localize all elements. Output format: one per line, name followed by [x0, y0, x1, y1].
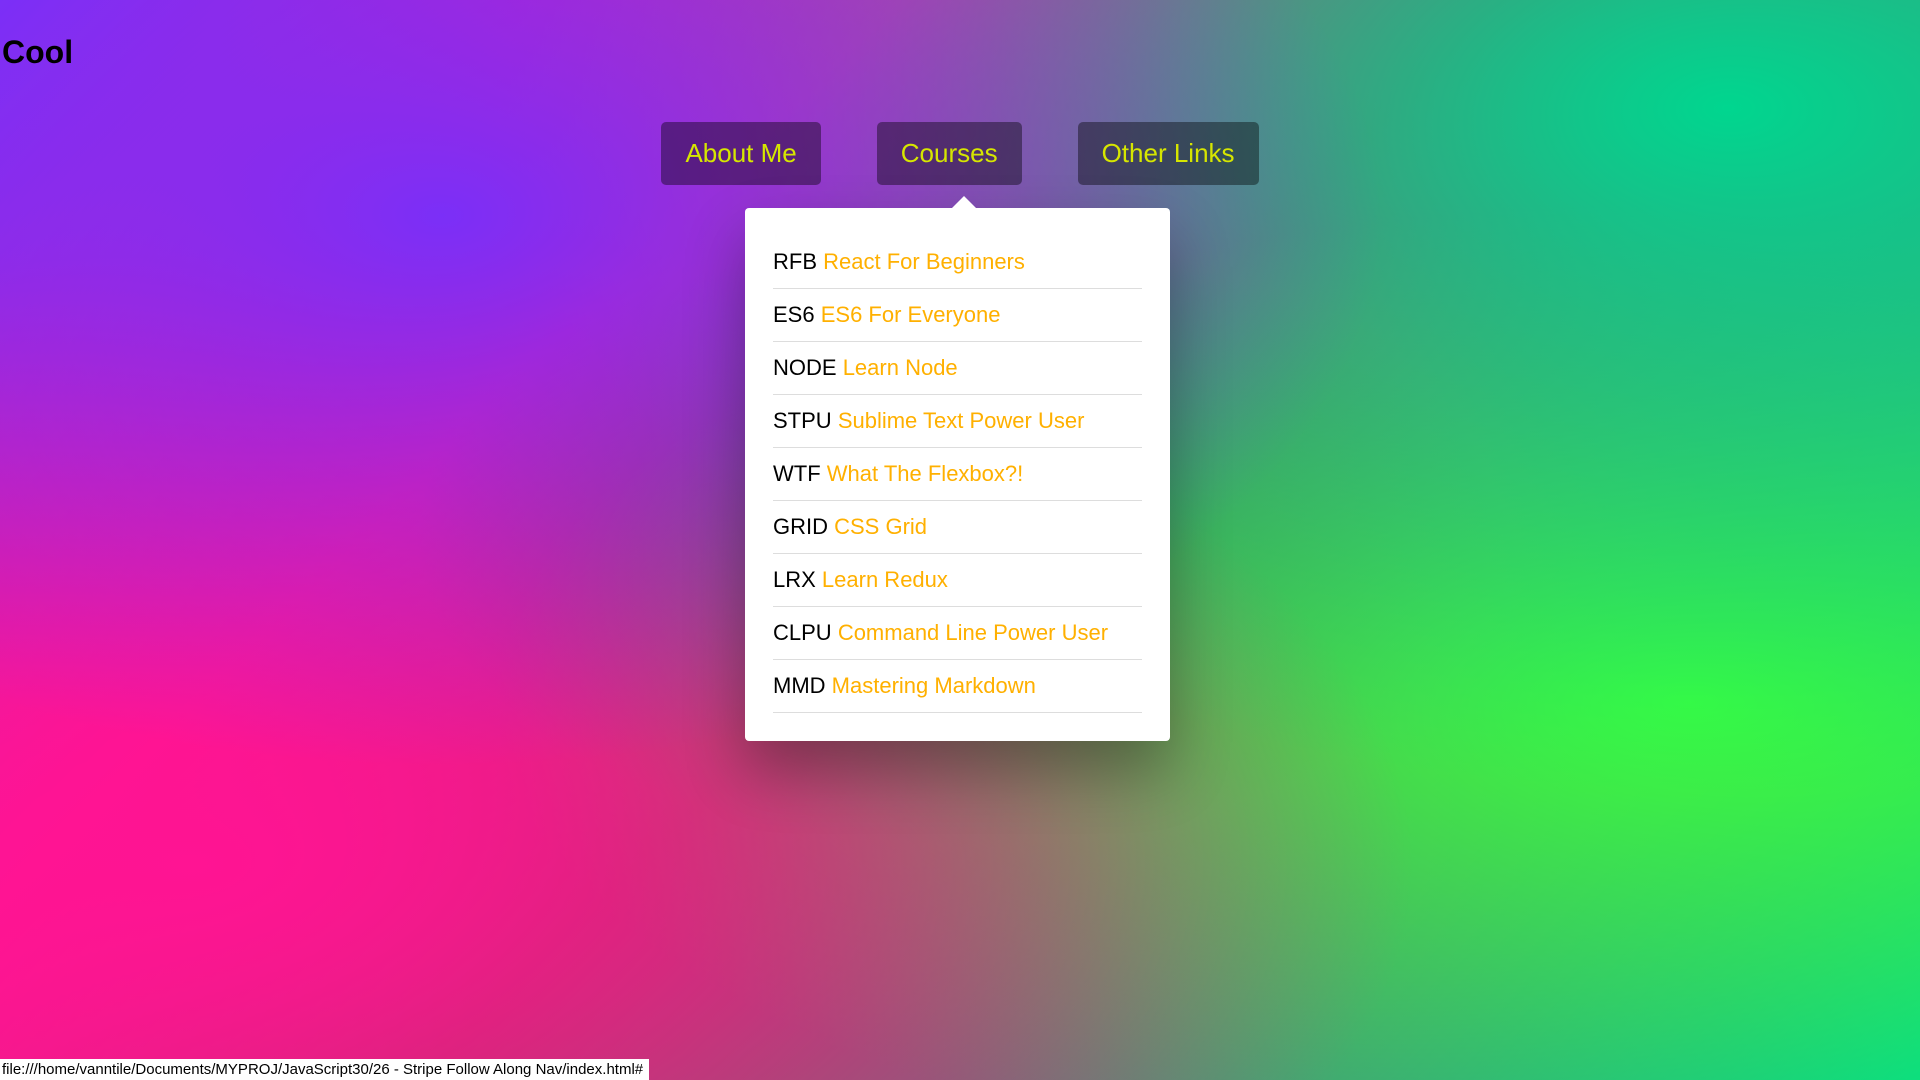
- course-code: CLPU: [773, 620, 832, 645]
- nav-item-other-links[interactable]: Other Links: [1078, 122, 1259, 185]
- course-code: LRX: [773, 567, 816, 592]
- course-link[interactable]: Sublime Text Power User: [838, 408, 1085, 433]
- list-item: CLPU Command Line Power User: [773, 607, 1142, 660]
- list-item: ES6 ES6 For Everyone: [773, 289, 1142, 342]
- course-link[interactable]: React For Beginners: [823, 249, 1025, 274]
- course-code: GRID: [773, 514, 828, 539]
- status-bar: file:///home/vanntile/Documents/MYPROJ/J…: [0, 1059, 649, 1080]
- nav-item-about-me[interactable]: About Me: [661, 122, 820, 185]
- list-item: LRX Learn Redux: [773, 554, 1142, 607]
- course-link[interactable]: ES6 For Everyone: [821, 302, 1001, 327]
- main-nav: About Me Courses Other Links: [0, 122, 1920, 185]
- list-item: GRID CSS Grid: [773, 501, 1142, 554]
- course-link[interactable]: Learn Node: [843, 355, 958, 380]
- courses-dropdown: RFB React For Beginners ES6 ES6 For Ever…: [745, 208, 1170, 741]
- course-code: ES6: [773, 302, 815, 327]
- list-item: MMD Mastering Markdown: [773, 660, 1142, 713]
- list-item: NODE Learn Node: [773, 342, 1142, 395]
- course-link[interactable]: Learn Redux: [822, 567, 948, 592]
- nav-item-courses[interactable]: Courses: [877, 122, 1022, 185]
- course-link[interactable]: Command Line Power User: [838, 620, 1108, 645]
- list-item: WTF What The Flexbox?!: [773, 448, 1142, 501]
- list-item: RFB React For Beginners: [773, 236, 1142, 289]
- course-code: RFB: [773, 249, 817, 274]
- list-item: STPU Sublime Text Power User: [773, 395, 1142, 448]
- page-title: Cool: [2, 34, 73, 71]
- course-code: STPU: [773, 408, 832, 433]
- course-code: MMD: [773, 673, 826, 698]
- course-code: WTF: [773, 461, 821, 486]
- course-code: NODE: [773, 355, 837, 380]
- course-link[interactable]: What The Flexbox?!: [827, 461, 1023, 486]
- course-link[interactable]: CSS Grid: [834, 514, 927, 539]
- course-link[interactable]: Mastering Markdown: [832, 673, 1036, 698]
- course-list: RFB React For Beginners ES6 ES6 For Ever…: [773, 236, 1142, 713]
